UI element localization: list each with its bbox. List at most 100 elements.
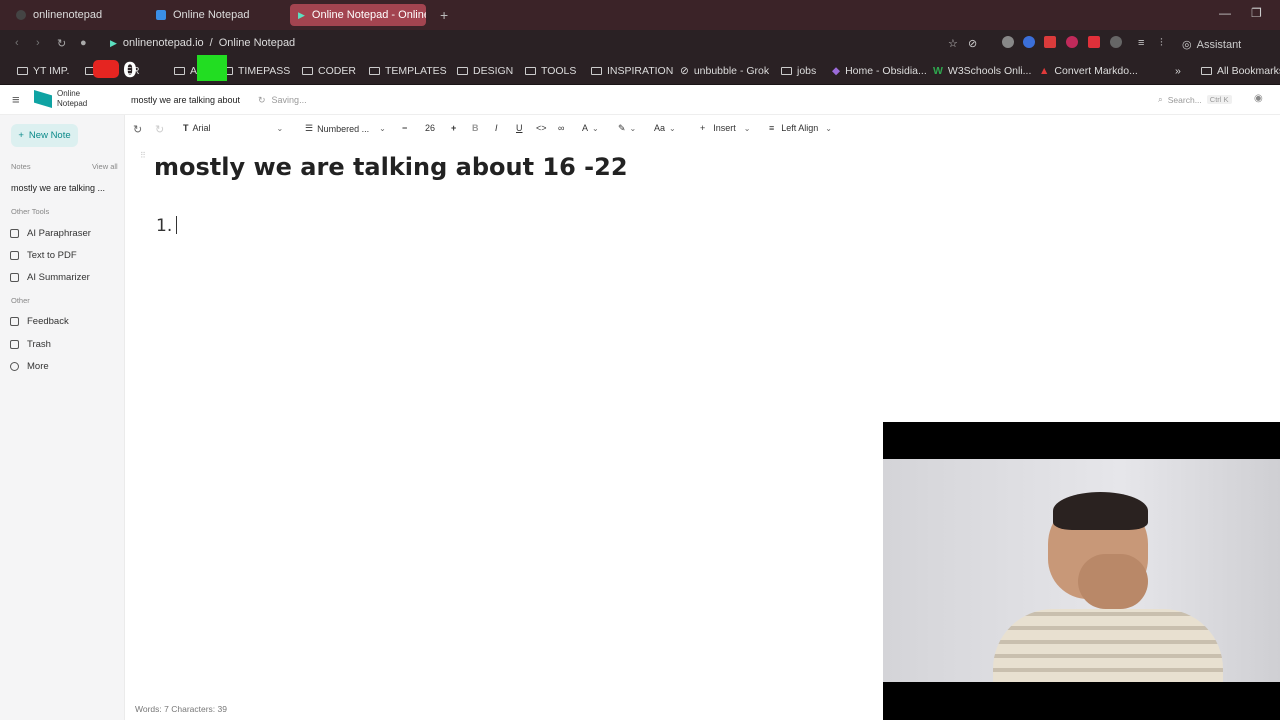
font-size-value[interactable]: 26 [425,123,435,133]
bookmark-star-icon[interactable]: ☆ [948,37,958,50]
camera-extension-icon[interactable] [1002,36,1014,48]
highlight-button[interactable]: ✎ ⌄ [618,123,636,134]
reload-icon[interactable]: ↻ [57,37,66,50]
hamburger-menu-icon[interactable]: ≡ [12,92,20,107]
preview-eye-icon[interactable]: ◉ [1254,93,1263,104]
bookmark-label: DESIGN [473,65,514,77]
font-family-select[interactable]: T Arial ⌄ [183,123,283,133]
bookmark-inspiration[interactable]: INSPIRATION [591,65,673,77]
bookmark-yt-imp[interactable]: YT IMP. [17,65,69,77]
align-menu[interactable]: ≡ Left Align ⌄ [769,123,832,133]
increase-font-size-button[interactable]: + [451,123,456,133]
view-all-link[interactable]: View all [92,162,118,171]
chevron-down-icon: ⌄ [825,123,832,133]
search-input[interactable]: ⌕ Search... Ctrl K [1158,94,1232,105]
sidebar-item-more[interactable]: More [10,361,49,372]
note-list-item[interactable]: mostly we are talking ... [11,183,105,193]
bookmark-obsidian[interactable]: ◆ Home - Obsidia... [832,65,927,77]
sync-icon: ↻ [258,95,266,105]
underline-button[interactable]: U [516,123,523,133]
menu-lines-icon[interactable]: ≡ [1138,37,1144,49]
plus-icon: + [18,130,24,141]
minimize-icon[interactable]: — [1219,6,1231,20]
forward-icon[interactable]: › [36,37,40,49]
sidebar-item-ai-paraphraser[interactable]: AI Paraphraser [10,228,91,239]
extension-red-icon[interactable] [1088,36,1100,48]
code-icon[interactable]: <> [536,123,547,133]
text-color-button[interactable]: A ⌄ [582,123,599,133]
bookmark-label: unbubble - Grok [693,65,770,77]
bookmark-a[interactable]: A [174,65,197,77]
bookmark-coder[interactable]: CODER [302,65,356,77]
insert-label: Insert [713,123,736,133]
sidebar-item-trash[interactable]: Trash [10,339,51,350]
convert-icon: ▲ [1039,65,1050,77]
more-icon [10,362,19,371]
note-heading[interactable]: mostly we are talking about 16 -22 [154,153,628,181]
bookmark-tools[interactable]: TOOLS [525,65,576,77]
restore-icon[interactable]: ❐ [1251,6,1262,20]
extensions-puzzle-icon[interactable] [1110,36,1122,48]
sidebar-item-label: Text to PDF [27,250,77,261]
url-field[interactable]: ▶ onlinenotepad.io / Online Notepad [110,37,295,49]
bookmark-templates[interactable]: TEMPLATES [369,65,447,77]
link-icon[interactable]: ∞ [558,123,564,133]
drag-handle-icon[interactable]: ⠿ [140,151,146,160]
bookmark-w3schools[interactable]: W W3Schools Onli... [933,65,1031,77]
bold-button[interactable]: B [472,123,479,133]
bookmark-design[interactable]: DESIGN [457,65,513,77]
assistant-button[interactable]: ◎ Assistant [1182,38,1241,52]
bookmark-jobs[interactable]: jobs [781,65,816,77]
save-status: ↻ Saving... [258,95,307,106]
all-bookmarks[interactable]: All Bookmarks [1201,65,1280,77]
bookmark-timepass[interactable]: TIMEPASS [222,65,290,77]
logo-line-2: Notepad [57,99,88,108]
back-icon[interactable]: ‹ [15,37,19,49]
extension-pink-icon[interactable] [1066,36,1078,48]
bookmark-grok[interactable]: ⊘ unbubble - Grok [680,65,769,77]
decrease-font-size-button[interactable]: − [402,123,407,133]
share-link-icon[interactable]: ⊘ [968,37,977,50]
bookmark-label: CODER [318,65,356,77]
new-tab-button[interactable]: + [432,4,456,26]
editor-toolbar: ↻ ↻ T Arial ⌄ ☰ Numbered ... ⌄ − 26 + B … [125,115,1280,143]
chevron-down-icon: ⌄ [669,123,676,133]
tab-online-notepad[interactable]: Online Notepad [148,4,288,26]
tab-online-notepad-active[interactable]: ▶ Online Notepad - Online T [290,4,426,26]
extension-blue-icon[interactable] [1023,36,1035,48]
undo-icon[interactable]: ↻ [133,123,142,136]
list-style-value: Numbered ... [317,123,370,134]
app-logo-text: Online Notepad [57,89,87,109]
bookmark-convert-markdown[interactable]: ▲ Convert Markdo... [1039,65,1138,77]
summarize-icon [10,273,19,282]
text-case-button[interactable]: Aa ⌄ [654,123,676,133]
github-icon [16,10,26,20]
mic-icon[interactable]: ● [80,37,87,49]
redo-icon[interactable]: ↻ [155,123,164,136]
italic-button[interactable]: I [495,123,498,133]
search-placeholder: Search... [1167,94,1202,105]
font-family-value: Arial [192,123,211,133]
bookmarks-overflow[interactable]: » [1175,65,1181,77]
bookmarks-bar: YT IMP. ER A TIMEPASS CODER TEMPLATES DE… [0,55,1280,85]
folder-icon [1201,67,1212,75]
audio-icon[interactable]: ⫶ [1160,37,1163,50]
word-count: Words: 7 [135,704,169,714]
note-title-field[interactable]: mostly we are talking about [131,95,240,105]
overlay-graphic-green [197,55,227,81]
sidebar-item-ai-summarizer[interactable]: AI Summarizer [10,272,90,283]
numbered-list-item[interactable]: 1. [156,216,178,236]
youtube-extension-icon[interactable] [1044,36,1056,48]
list-style-select[interactable]: ☰ Numbered ... ⌄ [305,123,386,134]
tab-onlinenotepad[interactable]: onlinenotepad [8,4,148,26]
folder-icon [525,67,536,75]
insert-menu[interactable]: + Insert ⌄ [700,123,750,133]
bookmark-label: INSPIRATION [607,65,674,77]
sidebar-item-text-to-pdf[interactable]: Text to PDF [10,250,77,261]
bookmark-label: A [190,65,198,77]
new-note-button[interactable]: + New Note [11,124,78,147]
folder-icon [17,67,28,75]
address-bar: ‹ › ↻ ● ▶ onlinenotepad.io / Online Note… [0,30,1280,58]
sidebar-item-feedback[interactable]: Feedback [10,316,69,327]
chevron-down-icon: ⌄ [629,124,637,133]
